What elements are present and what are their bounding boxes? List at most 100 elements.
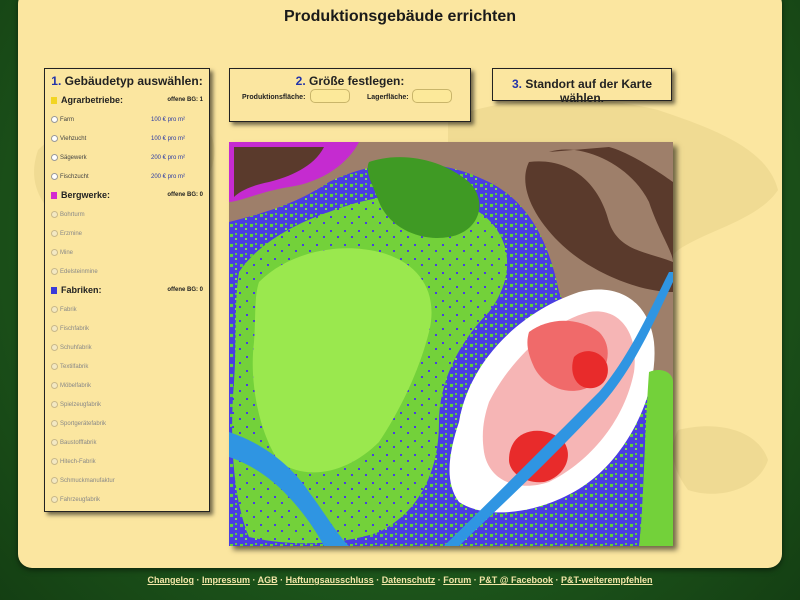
option-label: Edelsteinmine	[60, 269, 98, 275]
radio-button[interactable]	[51, 154, 58, 161]
radio-button[interactable]	[51, 439, 58, 446]
radio-button[interactable]	[51, 344, 58, 351]
option-label: Schuhfabrik	[60, 345, 92, 351]
category-label: Agrarbetriebe:	[61, 95, 124, 105]
radio-button[interactable]	[51, 382, 58, 389]
radio-button[interactable]	[51, 116, 58, 123]
step1-title: 1. Gebäudetyp auswählen:	[45, 74, 209, 88]
size-box: 2. Größe festlegen: Produktionsfläche: L…	[229, 68, 471, 122]
footer-link-agb[interactable]: AGB	[258, 575, 278, 585]
option-fabrik[interactable]: Fabrik	[51, 306, 203, 317]
radio-button[interactable]	[51, 249, 58, 256]
option-label: Baustofffabrik	[60, 440, 97, 446]
option-label: Erzmine	[60, 231, 83, 237]
option-schuhfabrik[interactable]: Schuhfabrik	[51, 344, 203, 355]
radio-button[interactable]	[51, 211, 58, 218]
footer-link-datenschutz[interactable]: Datenschutz	[382, 575, 436, 585]
option-label: Sportgerätefabrik	[60, 421, 107, 427]
option-label: Möbelfabrik	[60, 383, 92, 389]
option-mine[interactable]: Mine	[51, 249, 203, 260]
footer-link-impressum[interactable]: Impressum	[202, 575, 250, 585]
radio-button[interactable]	[51, 135, 58, 142]
production-area-label: Produktionsfläche:	[242, 94, 306, 101]
page-title: Produktionsgebäude errichten	[283, 8, 517, 25]
radio-button[interactable]	[51, 363, 58, 370]
option-label: Fischzucht	[60, 174, 89, 180]
step1-title-text: Gebäudetyp auswählen:	[64, 74, 203, 88]
option-price: 100 € pro m²	[151, 117, 186, 123]
bergwerke-color-swatch	[51, 192, 57, 199]
option-label: Spielzeugfabrik	[60, 402, 102, 408]
option-label: Fahrzeugfabrik	[60, 497, 101, 503]
option-label: Textilfabrik	[60, 364, 89, 370]
footer-link-forum[interactable]: Forum	[443, 575, 471, 585]
option-label: Hitech-Fabrik	[60, 459, 96, 465]
option-viehzucht[interactable]: Viehzucht 100 € pro m²	[51, 135, 203, 146]
option-fahrzeugfabrik[interactable]: Fahrzeugfabrik	[51, 496, 203, 507]
production-area-input[interactable]	[310, 89, 350, 103]
option-label: Viehzucht	[60, 136, 87, 142]
option-label: Farm	[60, 117, 74, 123]
option-label: Schmuckmanufaktur	[60, 478, 115, 484]
option-schmuckmanufaktur[interactable]: Schmuckmanufaktur	[51, 477, 203, 488]
open-count: offene BG: 0	[167, 287, 203, 293]
step2-title-text: Größe festlegen:	[309, 74, 405, 88]
option-price: 100 € pro m²	[151, 136, 186, 142]
option-price: 200 € pro m²	[151, 155, 186, 161]
fabriken-color-swatch	[51, 287, 57, 294]
option-farm[interactable]: Farm 100 € pro m²	[51, 116, 203, 127]
step3-title: 3. Standort auf der Karte wählen.	[493, 77, 671, 105]
building-type-box: 1. Gebäudetyp auswählen: Agrarbetriebe: …	[44, 68, 210, 512]
option-label: Fabrik	[60, 307, 77, 313]
radio-button[interactable]	[51, 325, 58, 332]
terrain-map[interactable]	[229, 142, 673, 546]
storage-area-label: Lagerfläche:	[367, 94, 409, 101]
footer-link-haftungsausschluss[interactable]: Haftungsausschluss	[286, 575, 374, 585]
option-price: 200 € pro m²	[151, 174, 186, 180]
category-bergwerke: Bergwerke: offene BG: 0	[51, 190, 203, 203]
radio-button[interactable]	[51, 420, 58, 427]
step2-number: 2.	[295, 74, 306, 88]
option-fischfabrik[interactable]: Fischfabrik	[51, 325, 203, 336]
option-edelsteinmine[interactable]: Edelsteinmine	[51, 268, 203, 279]
footer-link-changelog[interactable]: Changelog	[147, 575, 194, 585]
step3-number: 3.	[511, 77, 522, 91]
option-fischzucht[interactable]: Fischzucht 200 € pro m²	[51, 173, 203, 184]
radio-button[interactable]	[51, 306, 58, 313]
option-bohrturm[interactable]: Bohrturm	[51, 211, 203, 222]
option-hitech-fabrik[interactable]: Hitech-Fabrik	[51, 458, 203, 469]
option-label: Sägewerk	[60, 155, 87, 161]
option-label: Fischfabrik	[60, 326, 90, 332]
radio-button[interactable]	[51, 230, 58, 237]
open-count: offene BG: 0	[167, 192, 203, 198]
map-canvas[interactable]	[229, 142, 673, 546]
option-moebelfabrik[interactable]: Möbelfabrik	[51, 382, 203, 393]
open-count: offene BG: 1	[167, 97, 203, 103]
category-fabriken: Fabriken: offene BG: 0	[51, 285, 203, 298]
category-agrar: Agrarbetriebe: offene BG: 1	[51, 95, 203, 108]
agrar-color-swatch	[51, 97, 57, 104]
option-spielzeugfabrik[interactable]: Spielzeugfabrik	[51, 401, 203, 412]
radio-button[interactable]	[51, 477, 58, 484]
footer-links: Changelog · Impressum · AGB · Haftungsau…	[147, 575, 653, 585]
storage-area-input[interactable]	[412, 89, 452, 103]
option-baustofffabrik[interactable]: Baustofffabrik	[51, 439, 203, 450]
step1-number: 1.	[51, 74, 62, 88]
radio-button[interactable]	[51, 173, 58, 180]
option-label: Mine	[60, 250, 74, 256]
footer-link-recommend[interactable]: P&T-weiterempfehlen	[561, 575, 653, 585]
radio-button[interactable]	[51, 268, 58, 275]
option-sportgeraetefabrik[interactable]: Sportgerätefabrik	[51, 420, 203, 431]
footer-link-facebook[interactable]: P&T @ Facebook	[479, 575, 553, 585]
option-textilfabrik[interactable]: Textilfabrik	[51, 363, 203, 374]
main-panel: Produktionsgebäude errichten 1. Gebäudet…	[18, 0, 782, 568]
category-label: Fabriken:	[61, 285, 102, 295]
option-label: Bohrturm	[60, 212, 85, 218]
option-saegewerk[interactable]: Sägewerk 200 € pro m²	[51, 154, 203, 165]
radio-button[interactable]	[51, 496, 58, 503]
category-label: Bergwerke:	[61, 190, 111, 200]
step2-title: 2. Größe festlegen:	[230, 74, 470, 88]
radio-button[interactable]	[51, 401, 58, 408]
radio-button[interactable]	[51, 458, 58, 465]
option-erzmine[interactable]: Erzmine	[51, 230, 203, 241]
